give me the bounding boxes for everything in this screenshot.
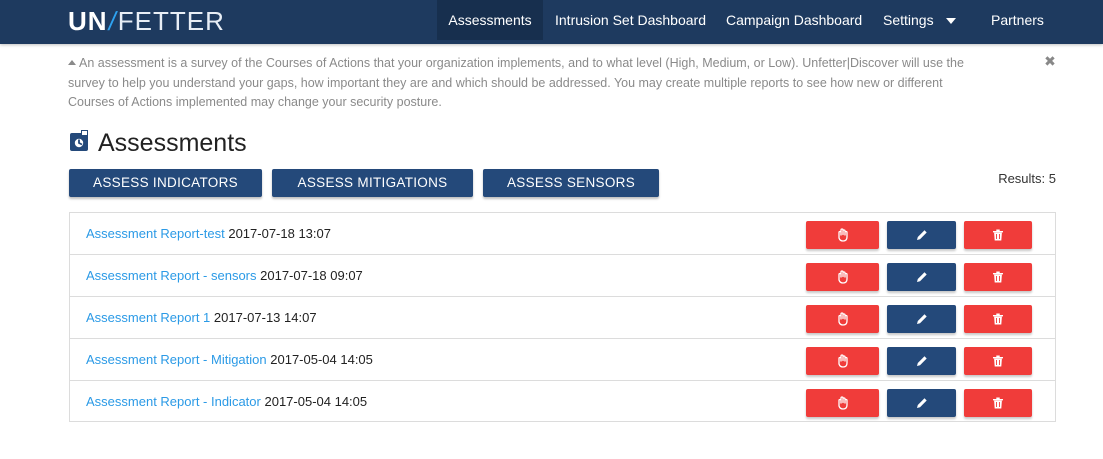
edit-button[interactable] (887, 263, 956, 291)
delete-button[interactable] (964, 305, 1032, 333)
trash-icon (993, 229, 1003, 241)
report-date: 2017-05-04 14:05 (264, 394, 368, 409)
brand-logo[interactable]: UN/FETTER (68, 6, 225, 36)
delete-button[interactable] (964, 389, 1032, 417)
nav-intrusion-set-dashboard-label: Intrusion Set Dashboard (555, 12, 706, 28)
assess-button[interactable] (806, 305, 879, 333)
assess-button[interactable] (806, 221, 879, 249)
report-date: 2017-07-18 13:07 (228, 226, 331, 241)
collapse-triangle-icon[interactable] (68, 60, 76, 65)
report-entry: Assessment Report 1 2017-07-13 14:07 (86, 297, 317, 339)
assessment-list: Assessment Report-test 2017-07-18 13:07 … (69, 212, 1056, 422)
report-entry: Assessment Report - Indicator 2017-05-04… (86, 381, 367, 423)
edit-button[interactable] (887, 389, 956, 417)
assessment-icon (70, 130, 88, 151)
list-item: Assessment Report - Mitigation 2017-05-0… (70, 339, 1055, 381)
chevron-down-icon (945, 18, 956, 25)
nav-campaign-dashboard-label: Campaign Dashboard (726, 12, 863, 28)
pencil-icon (916, 356, 927, 366)
assess-button[interactable] (806, 347, 879, 375)
nav-settings-label: Settings (883, 12, 934, 28)
nav-settings-dropdown[interactable]: Settings (883, 0, 956, 40)
nav-assessments[interactable]: Assessments (437, 0, 543, 40)
report-date: 2017-07-18 09:07 (260, 268, 363, 283)
report-link[interactable]: Assessment Report-test (86, 226, 225, 241)
trash-icon (993, 271, 1003, 283)
info-banner: An assessment is a survey of the Courses… (68, 54, 968, 113)
nav-intrusion-set-dashboard[interactable]: Intrusion Set Dashboard (555, 0, 706, 40)
delete-button[interactable] (964, 347, 1032, 375)
hand-pointer-icon (837, 270, 848, 284)
edit-button[interactable] (887, 347, 956, 375)
pencil-icon (916, 230, 927, 240)
list-item: Assessment Report - sensors 2017-07-18 0… (70, 255, 1055, 297)
info-text: An assessment is a survey of the Courses… (68, 56, 964, 109)
assess-button[interactable] (806, 263, 879, 291)
brand-logo-bold: UN (68, 6, 108, 36)
pencil-icon (916, 272, 927, 282)
close-icon[interactable]: ✖ (1043, 53, 1057, 69)
assess-mitigations-button[interactable]: ASSESS MITIGATIONS (272, 169, 473, 197)
report-date: 2017-07-13 14:07 (213, 310, 317, 325)
nav-partners-label: Partners (991, 12, 1044, 28)
hand-pointer-icon (837, 396, 848, 410)
report-entry: Assessment Report-test 2017-07-18 13:07 (86, 213, 331, 255)
report-date: 2017-05-04 14:05 (270, 352, 373, 367)
delete-button[interactable] (964, 263, 1032, 291)
nav-assessments-label: Assessments (448, 12, 532, 28)
results-count: Results: 5 (998, 171, 1056, 186)
trash-icon (993, 313, 1003, 325)
pencil-icon (916, 314, 927, 324)
report-entry: Assessment Report - Mitigation 2017-05-0… (86, 339, 373, 381)
pencil-icon (916, 398, 927, 408)
assess-indicators-button[interactable]: ASSESS INDICATORS (69, 169, 262, 197)
hand-pointer-icon (837, 228, 848, 242)
report-link[interactable]: Assessment Report - Mitigation (86, 352, 267, 367)
list-item: Assessment Report - Indicator 2017-05-04… (70, 381, 1055, 423)
trash-icon (993, 355, 1003, 367)
list-item: Assessment Report-test 2017-07-18 13:07 (70, 213, 1055, 255)
assess-button[interactable] (806, 389, 879, 417)
report-entry: Assessment Report - sensors 2017-07-18 0… (86, 255, 363, 297)
top-navbar: UN/FETTER Assessments Intrusion Set Dash… (0, 0, 1103, 44)
hand-pointer-icon (837, 312, 848, 326)
nav-campaign-dashboard[interactable]: Campaign Dashboard (726, 0, 862, 40)
nav-partners[interactable]: Partners (991, 0, 1044, 40)
hand-pointer-icon (837, 354, 848, 368)
brand-logo-rest: FETTER (117, 6, 225, 36)
list-item: Assessment Report 1 2017-07-13 14:07 (70, 297, 1055, 339)
report-link[interactable]: Assessment Report - sensors (86, 268, 257, 283)
delete-button[interactable] (964, 221, 1032, 249)
page-title: Assessments (98, 129, 247, 157)
report-link[interactable]: Assessment Report - Indicator (86, 394, 261, 409)
report-link[interactable]: Assessment Report 1 (86, 310, 210, 325)
trash-icon (993, 397, 1003, 409)
edit-button[interactable] (887, 221, 956, 249)
edit-button[interactable] (887, 305, 956, 333)
assess-sensors-button[interactable]: ASSESS SENSORS (483, 169, 659, 197)
